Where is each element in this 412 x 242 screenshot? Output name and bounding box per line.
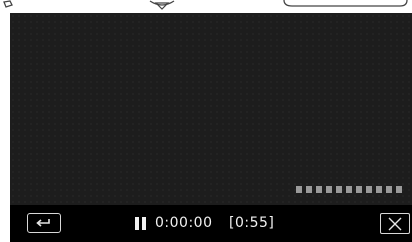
- progress-segment: [316, 186, 322, 193]
- return-arrow-icon: [36, 218, 50, 227]
- total-time: [0:55]: [229, 215, 275, 231]
- progress-segment: [296, 186, 302, 193]
- progress-segment: [366, 186, 372, 193]
- progress-segment: [386, 186, 392, 193]
- elapsed-time: 0:00:00: [155, 215, 213, 231]
- progress-segment: [356, 186, 362, 193]
- video-display[interactable]: [10, 13, 412, 205]
- progress-indicator: [296, 186, 402, 193]
- close-button[interactable]: [380, 213, 410, 234]
- pause-icon[interactable]: [135, 217, 147, 230]
- progress-segment: [326, 186, 332, 193]
- progress-segment: [336, 186, 342, 193]
- decorative-graphics: [3, 0, 408, 10]
- close-icon: [388, 217, 402, 230]
- control-bar: 0:00:00 [0:55]: [10, 205, 412, 242]
- progress-segment: [346, 186, 352, 193]
- progress-segment: [306, 186, 312, 193]
- top-decoration: [0, 0, 412, 13]
- back-button[interactable]: [27, 213, 61, 233]
- playback-screen: 0:00:00 [0:55]: [10, 13, 412, 242]
- progress-segment: [396, 186, 402, 193]
- progress-segment: [376, 186, 382, 193]
